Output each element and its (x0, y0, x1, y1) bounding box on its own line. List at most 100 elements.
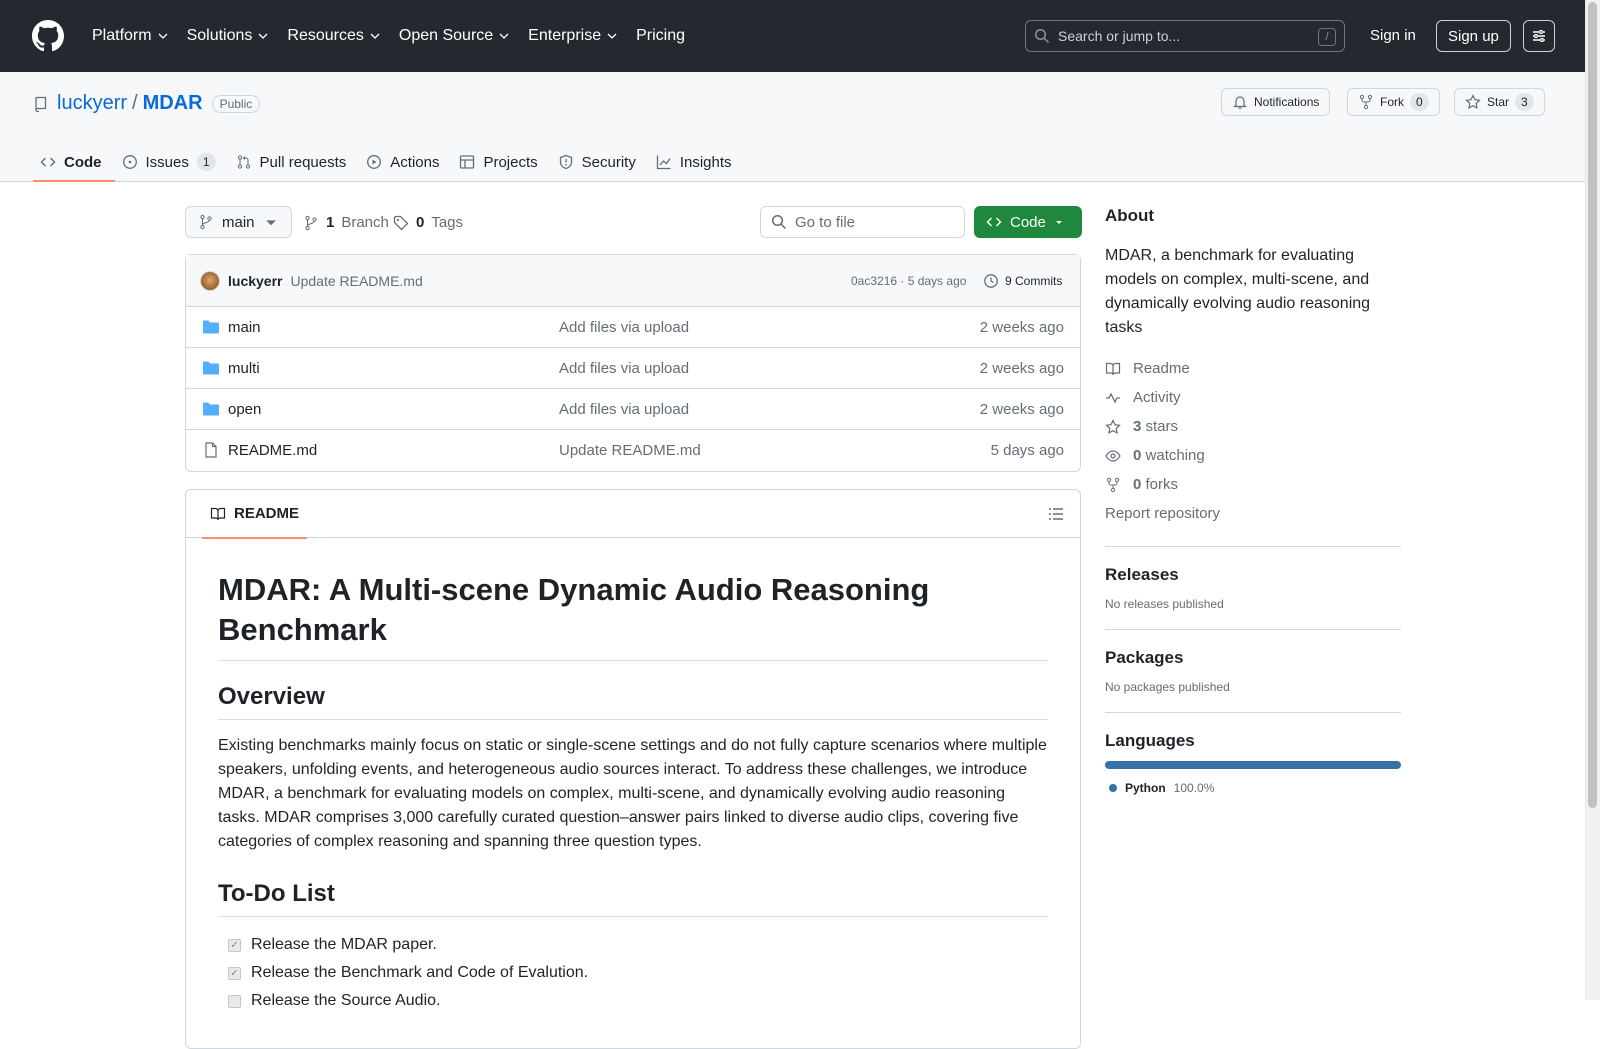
tab-label: Issues (145, 153, 189, 171)
code-icon (986, 217, 1002, 227)
file-commit-message[interactable]: Add files via upload (559, 401, 689, 418)
file-commit-message[interactable]: Add files via upload (559, 319, 689, 336)
shield-icon (559, 154, 572, 170)
readme-tab[interactable]: README (202, 490, 308, 539)
watching-link[interactable]: 0 watching (1105, 441, 1401, 470)
about-text: MDAR, a benchmark for evaluating models … (1105, 247, 1371, 336)
tab-label: Projects (483, 153, 538, 171)
languages-heading: Languages (1105, 731, 1195, 750)
readme-link[interactable]: Readme (1105, 354, 1401, 383)
tab-actions[interactable]: Actions (359, 142, 452, 182)
packages-heading[interactable]: Packages (1105, 648, 1401, 668)
file-name[interactable]: open (228, 401, 261, 418)
activity-link[interactable]: Activity (1105, 383, 1401, 412)
table-icon (460, 155, 475, 169)
language-bar (1105, 761, 1401, 769)
todo-text: Release the Source Audio. (251, 992, 441, 1009)
tab-code[interactable]: Code (33, 142, 115, 182)
stars-label: stars (1145, 418, 1179, 435)
settings-menu-button[interactable] (1523, 20, 1555, 52)
repo-name-link[interactable]: MDAR (143, 92, 203, 115)
checkbox-unchecked (228, 994, 241, 1008)
nav-enterprise[interactable]: Enterprise (522, 21, 624, 51)
tab-projects[interactable]: Projects (452, 142, 550, 182)
file-row[interactable]: README.md Update README.md 5 days ago (186, 430, 1080, 471)
todo-text: Release the Benchmark and Code of Evalut… (251, 964, 589, 981)
sign-up-button[interactable]: Sign up (1436, 20, 1511, 52)
caret-down-icon (265, 220, 276, 226)
repo-owner-link[interactable]: luckyerr (57, 92, 127, 115)
commit-author[interactable]: luckyerr (228, 273, 282, 289)
nav-open-source[interactable]: Open Source (393, 21, 516, 51)
stars-link[interactable]: 3 stars (1105, 412, 1401, 441)
github-logo-icon[interactable] (32, 20, 64, 52)
search-icon (1034, 28, 1050, 44)
go-to-file-input[interactable]: Go to file (760, 206, 965, 238)
file-commit-message[interactable]: Add files via upload (559, 360, 689, 377)
commits-count: 9 Commits (1005, 274, 1063, 288)
file-row[interactable]: multi Add files via upload 2 weeks ago (186, 348, 1080, 389)
commits-link[interactable]: 9 Commits (983, 273, 1062, 289)
sign-in-link[interactable]: Sign in (1370, 27, 1416, 44)
scrollbar-thumb[interactable] (1588, 2, 1597, 808)
file-row[interactable]: open Add files via upload 2 weeks ago (186, 389, 1080, 430)
repo-title: luckyerr / MDAR Public (33, 92, 261, 115)
tab-label: Pull requests (259, 153, 347, 171)
readme-panel: README MDAR: A Multi-scene Dynamic Audio… (185, 489, 1081, 1049)
notifications-button[interactable]: Notifications (1221, 88, 1331, 116)
file-name[interactable]: main (228, 319, 261, 336)
folder-icon (203, 361, 219, 375)
repo-icon (35, 96, 47, 112)
tab-insights[interactable]: Insights (649, 142, 745, 182)
commit-hash-time[interactable]: 0ac3216 · 5 days ago (851, 274, 966, 288)
nav-solutions[interactable]: Solutions (181, 21, 276, 51)
code-icon (40, 157, 56, 167)
checkbox-checked: ✓ (228, 938, 241, 952)
avatar[interactable] (200, 270, 220, 291)
star-button[interactable]: Star 3 (1454, 88, 1545, 116)
nav-label: Platform (92, 27, 152, 44)
branch-selector[interactable]: main (185, 206, 292, 238)
notifications-label: Notifications (1254, 95, 1320, 109)
repo-header: luckyerr / MDAR Public Notifications For… (0, 72, 1585, 182)
tab-pull-requests[interactable]: Pull requests (229, 142, 360, 182)
file-date: 2 weeks ago (979, 319, 1064, 336)
branches-link[interactable]: 1 Branch (303, 214, 389, 231)
chevron-down-icon (258, 33, 268, 39)
divider (1105, 546, 1401, 547)
latest-commit: luckyerr Update README.md 0ac3216 · 5 da… (186, 255, 1080, 307)
branch-count: 1 (326, 214, 335, 231)
releases-heading[interactable]: Releases (1105, 565, 1401, 585)
list-toc-icon[interactable] (1048, 506, 1064, 522)
readme-content: MDAR: A Multi-scene Dynamic Audio Reason… (186, 538, 1080, 1047)
tab-issues[interactable]: Issues 1 (115, 142, 229, 182)
search-input[interactable]: Search or jump to... / (1025, 20, 1345, 52)
nav-pricing[interactable]: Pricing (630, 21, 691, 51)
nav-platform[interactable]: Platform (86, 21, 175, 51)
code-button[interactable]: Code (974, 206, 1082, 238)
pulse-icon (1106, 392, 1120, 403)
language-item[interactable]: Python 100.0% (1105, 781, 1401, 795)
nav-resources[interactable]: Resources (281, 21, 386, 51)
todo-item: Release the Source Audio. (218, 987, 1048, 1015)
file-name[interactable]: README.md (228, 442, 317, 459)
report-repository-link[interactable]: Report repository (1105, 499, 1401, 528)
forks-link[interactable]: 0 forks (1105, 470, 1401, 499)
tab-security[interactable]: Security (551, 142, 649, 182)
fork-button[interactable]: Fork 0 (1347, 88, 1440, 116)
commit-message[interactable]: Update README.md (290, 273, 422, 289)
caret-down-icon (1055, 221, 1062, 224)
forks-label: forks (1145, 476, 1179, 493)
file-row[interactable]: main Add files via upload 2 weeks ago (186, 307, 1080, 348)
nav-label: Open Source (398, 27, 494, 44)
readme-title: MDAR: A Multi-scene Dynamic Audio Reason… (218, 570, 1048, 661)
repo-separator: / (132, 92, 138, 114)
file-commit-message[interactable]: Update README.md (559, 442, 701, 459)
file-name[interactable]: multi (228, 360, 260, 377)
fork-count: 0 (1410, 93, 1429, 111)
nav-label: Enterprise (528, 27, 602, 44)
search-shortcut-key: / (1318, 28, 1336, 46)
tags-link[interactable]: 0 Tags (393, 214, 463, 231)
eye-icon (1105, 449, 1121, 462)
readme-header: README (186, 490, 1080, 539)
